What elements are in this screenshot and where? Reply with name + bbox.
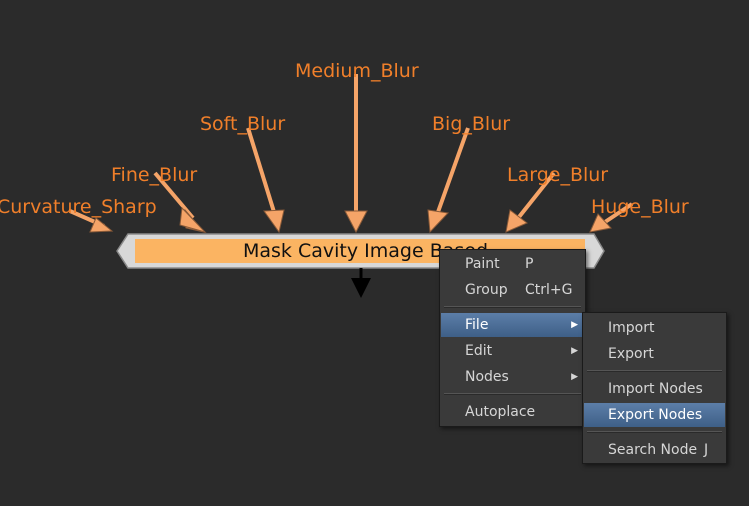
menu-separator bbox=[444, 306, 581, 308]
context-menu: Paint P Group Ctrl+G File ▶ Edit ▶ Nodes… bbox=[439, 249, 586, 427]
menu-item-paint[interactable]: Paint P bbox=[441, 252, 584, 276]
input-connector-medium-blur[interactable] bbox=[344, 74, 368, 234]
menu-item-label: Export Nodes bbox=[608, 407, 703, 423]
submenu-arrow-icon: ▶ bbox=[571, 320, 578, 330]
input-label-curvature-sharp[interactable]: Curvature_Sharp bbox=[0, 196, 157, 218]
menu-item-label: Autoplace bbox=[465, 404, 536, 420]
submenu-item-import[interactable]: Import bbox=[584, 316, 725, 340]
submenu-item-export-nodes[interactable]: Export Nodes bbox=[584, 403, 725, 427]
output-arrow-icon[interactable] bbox=[351, 268, 371, 298]
submenu-item-import-nodes[interactable]: Import Nodes bbox=[584, 377, 725, 401]
menu-separator bbox=[444, 393, 581, 395]
input-label-soft-blur[interactable]: Soft_Blur bbox=[200, 113, 285, 135]
menu-item-label: File bbox=[465, 317, 489, 333]
menu-item-shortcut: Ctrl+G bbox=[525, 282, 573, 298]
input-label-fine-blur[interactable]: Fine_Blur bbox=[111, 164, 197, 186]
menu-item-edit[interactable]: Edit ▶ bbox=[441, 339, 584, 363]
menu-item-label: Nodes bbox=[465, 369, 509, 385]
input-label-medium-blur[interactable]: Medium_Blur bbox=[295, 60, 419, 82]
submenu-arrow-icon: ▶ bbox=[571, 372, 578, 382]
menu-item-label: Import bbox=[608, 320, 655, 336]
file-submenu: Import Export Import Nodes Export Nodes … bbox=[582, 312, 727, 464]
menu-item-shortcut: J bbox=[704, 442, 709, 458]
menu-item-autoplace[interactable]: Autoplace bbox=[441, 400, 584, 424]
menu-item-label: Paint bbox=[465, 256, 500, 272]
menu-separator bbox=[587, 431, 722, 433]
input-connector-big-blur[interactable] bbox=[427, 127, 470, 234]
input-label-huge-blur[interactable]: Huge_Blur bbox=[591, 196, 689, 218]
input-label-big-blur[interactable]: Big_Blur bbox=[432, 113, 510, 135]
menu-separator bbox=[587, 370, 722, 372]
menu-item-shortcut: P bbox=[525, 256, 534, 272]
menu-item-label: Import Nodes bbox=[608, 381, 703, 397]
menu-item-label: Group bbox=[465, 282, 508, 298]
menu-item-label: Export bbox=[608, 346, 654, 362]
menu-item-group[interactable]: Group Ctrl+G bbox=[441, 278, 584, 302]
input-label-large-blur[interactable]: Large_Blur bbox=[507, 164, 608, 186]
submenu-arrow-icon: ▶ bbox=[571, 346, 578, 356]
submenu-item-export[interactable]: Export bbox=[584, 342, 725, 366]
menu-item-nodes[interactable]: Nodes ▶ bbox=[441, 365, 584, 389]
menu-item-label: Edit bbox=[465, 343, 493, 359]
menu-item-file[interactable]: File ▶ bbox=[441, 313, 584, 337]
submenu-item-search-node[interactable]: Search Node J bbox=[584, 438, 725, 462]
menu-item-label: Search Node bbox=[608, 442, 698, 458]
input-connector-soft-blur[interactable] bbox=[246, 127, 285, 234]
